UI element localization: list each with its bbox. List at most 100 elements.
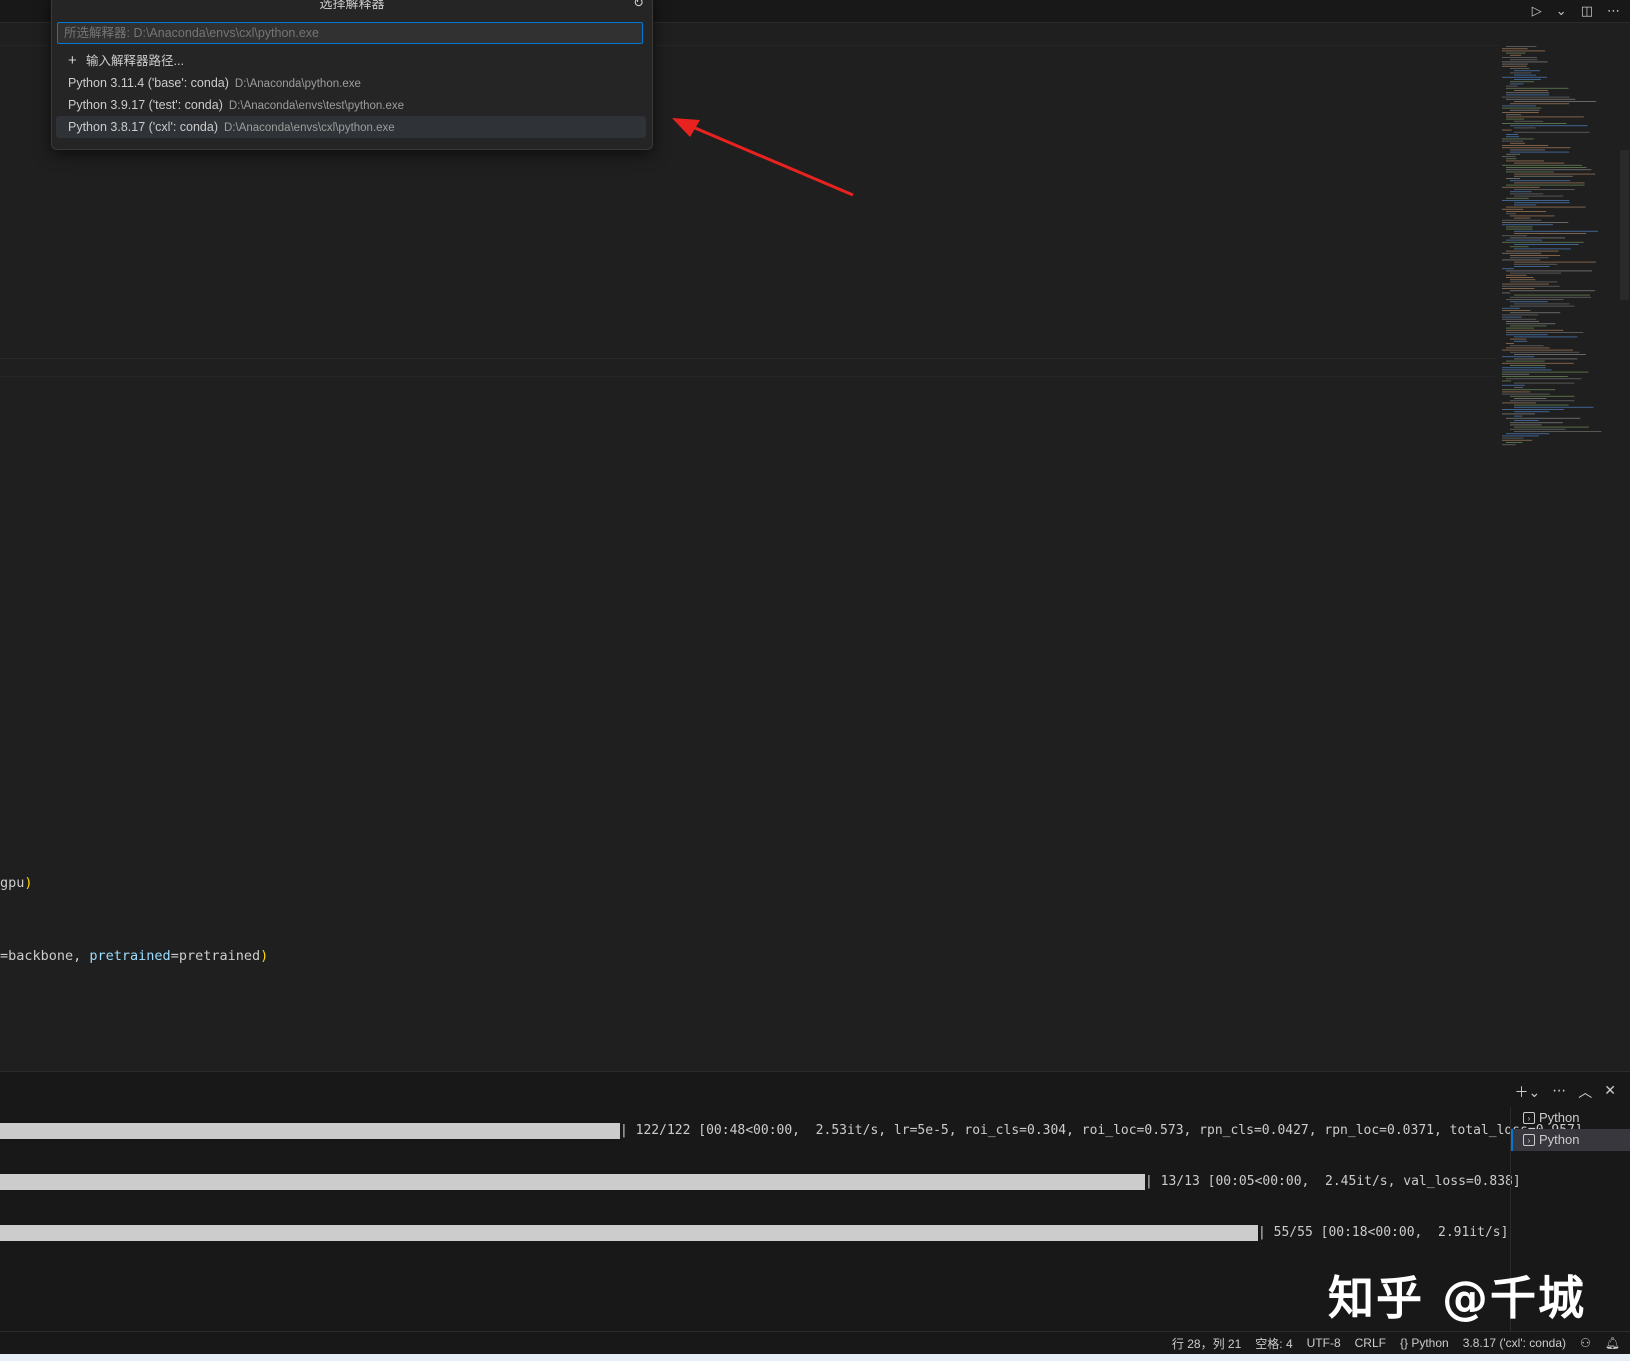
watermark: 知乎 @千城 xyxy=(1328,1271,1587,1325)
eol-status[interactable]: CRLF xyxy=(1355,1336,1386,1350)
minimap-line xyxy=(1502,310,1531,311)
minimap-line xyxy=(1502,48,1528,50)
minimap-line xyxy=(1502,288,1535,289)
minimap-line xyxy=(1506,347,1550,349)
progress-text: | 122/122 [00:48<00:00, 2.53it/s, lr=5e-… xyxy=(620,1123,1583,1138)
minimap-line xyxy=(1506,94,1550,96)
minimap-line xyxy=(1506,274,1527,276)
minimap-line xyxy=(1506,134,1519,135)
enter-interpreter-path-item[interactable]: + 输入解释器路径... xyxy=(56,50,646,72)
minimap-line xyxy=(1502,393,1550,395)
run-icon[interactable]: ▷ xyxy=(1532,3,1542,19)
new-terminal-icon[interactable]: ＋⌄ xyxy=(1515,1082,1541,1102)
code-line: gpu) xyxy=(0,875,33,891)
minimap-line xyxy=(1514,175,1573,177)
minimap-line xyxy=(1502,402,1537,404)
minimap-line xyxy=(1510,422,1563,424)
minimap-line xyxy=(1502,164,1582,166)
chevron-down-icon[interactable]: ⌄ xyxy=(1556,3,1567,19)
progress-bar xyxy=(0,1123,620,1139)
minimap-line xyxy=(1502,57,1537,58)
scrollbar-thumb[interactable] xyxy=(1620,150,1629,300)
bell-icon[interactable]: 🔔︎ xyxy=(1605,1336,1620,1350)
close-icon[interactable]: ✕ xyxy=(1604,1082,1616,1102)
minimap-line xyxy=(1502,362,1574,364)
maximize-panel-icon[interactable]: ︿ xyxy=(1578,1082,1592,1102)
minimap-line xyxy=(1506,299,1564,300)
minimap-line xyxy=(1514,217,1531,219)
minimap-line xyxy=(1506,228,1533,230)
minimap-line xyxy=(1514,354,1586,355)
minimap-line xyxy=(1502,318,1537,320)
minimap-line xyxy=(1510,305,1575,307)
minimap-line xyxy=(1506,197,1529,199)
minimap-line xyxy=(1510,215,1555,217)
minimap-line xyxy=(1502,413,1535,415)
more-actions-icon[interactable]: ⋯ xyxy=(1552,1082,1566,1102)
minimap-line xyxy=(1514,127,1536,129)
interpreter-item-selected[interactable]: Python 3.8.17 ('cxl': conda) D:\Anaconda\… xyxy=(56,116,646,138)
panel-actions: ＋⌄ ⋯ ︿ ✕ xyxy=(1515,1082,1616,1102)
feedback-icon[interactable]: ⚇ xyxy=(1580,1336,1591,1350)
cursor-position[interactable]: 行 28，列 21 xyxy=(1172,1335,1241,1352)
minimap-line xyxy=(1502,435,1539,437)
editor-divider xyxy=(0,376,1495,377)
interpreter-item[interactable]: Python 3.11.4 ('base': conda) D:\Anaconda… xyxy=(56,72,646,94)
minimap-line xyxy=(1506,213,1517,215)
terminal-tab[interactable]: › Python xyxy=(1511,1107,1630,1129)
status-bar: 行 28，列 21 空格: 4 UTF-8 CRLF {} Python 3.8… xyxy=(0,1331,1630,1354)
minimap-line xyxy=(1502,369,1552,371)
minimap-line xyxy=(1514,398,1547,399)
minimap-line xyxy=(1510,246,1529,248)
split-editor-icon[interactable]: ◫ xyxy=(1581,3,1593,19)
more-actions-icon[interactable]: ⋯ xyxy=(1607,3,1620,19)
braces-icon: {} xyxy=(1399,1336,1408,1350)
minimap-line xyxy=(1506,334,1548,336)
minimap-line xyxy=(1514,90,1548,91)
minimap-line xyxy=(1514,382,1575,384)
interpreter-label: Python 3.11.4 ('base': conda) xyxy=(68,76,229,90)
terminal-tab-active[interactable]: › Python xyxy=(1511,1129,1630,1151)
minimap-line xyxy=(1506,171,1554,173)
minimap-line xyxy=(1502,384,1525,386)
minimap-line xyxy=(1510,279,1536,281)
minimap-line xyxy=(1510,296,1592,298)
taskbar xyxy=(0,1354,1630,1361)
minimap-line xyxy=(1514,202,1570,204)
minimap-line xyxy=(1510,54,1522,56)
minimap-line xyxy=(1502,200,1570,201)
minimap-line xyxy=(1514,131,1590,133)
interpreter-search-input[interactable] xyxy=(57,22,643,44)
minimap-line xyxy=(1502,391,1531,393)
minimap-line xyxy=(1510,400,1575,402)
minimap-line xyxy=(1502,63,1528,65)
minimap[interactable] xyxy=(1500,46,1618,456)
minimap-line xyxy=(1510,193,1544,195)
minimap-line xyxy=(1506,114,1522,116)
minimap-line xyxy=(1510,72,1532,74)
interpreter-status[interactable]: 3.8.17 ('cxl': conda) xyxy=(1463,1336,1566,1350)
minimap-line xyxy=(1514,411,1550,413)
minimap-line xyxy=(1510,428,1566,430)
minimap-line xyxy=(1514,162,1565,164)
language-mode[interactable]: {} Python xyxy=(1400,1336,1449,1350)
refresh-icon[interactable]: ↻ xyxy=(633,0,644,9)
minimap-line xyxy=(1506,92,1550,94)
encoding-status[interactable]: UTF-8 xyxy=(1307,1336,1341,1350)
terminal-tab-label: Python xyxy=(1539,1110,1580,1125)
minimap-line xyxy=(1514,294,1590,296)
minimap-line xyxy=(1506,250,1559,252)
minimap-line xyxy=(1510,395,1575,397)
minimap-line xyxy=(1510,345,1544,347)
interpreter-item[interactable]: Python 3.9.17 ('test': conda) D:\Anaconda… xyxy=(56,94,646,116)
minimap-line xyxy=(1502,314,1539,316)
minimap-line xyxy=(1514,261,1596,263)
minimap-line xyxy=(1514,101,1597,102)
minimap-line xyxy=(1506,206,1586,208)
minimap-line xyxy=(1506,270,1593,272)
terminal-icon: › xyxy=(1523,1112,1535,1124)
minimap-line xyxy=(1510,338,1527,340)
minimap-line xyxy=(1506,87,1569,89)
indentation-status[interactable]: 空格: 4 xyxy=(1255,1335,1292,1352)
minimap-line xyxy=(1510,151,1570,153)
